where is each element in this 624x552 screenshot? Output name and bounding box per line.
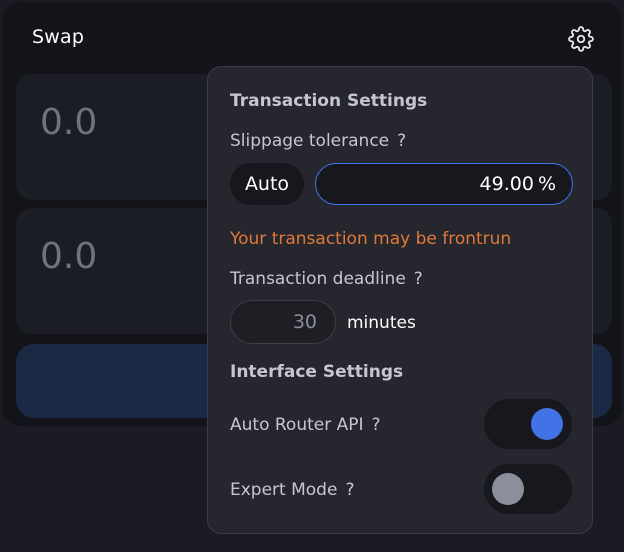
expert-mode-help-icon[interactable]: ?: [345, 480, 354, 500]
transaction-settings-heading: Transaction Settings: [230, 91, 428, 111]
swap-title: Swap: [32, 26, 85, 48]
deadline-label: Transaction deadline?: [230, 269, 423, 289]
auto-router-help-icon[interactable]: ?: [372, 415, 381, 435]
percent-sign: %: [537, 173, 556, 195]
slippage-auto-button[interactable]: Auto: [230, 163, 304, 205]
auto-router-toggle-knob: [531, 408, 563, 440]
auto-router-toggle[interactable]: [484, 399, 572, 449]
frontrun-warning: Your transaction may be frontrun: [230, 229, 512, 249]
slippage-label: Slippage tolerance?: [230, 131, 406, 151]
expert-mode-toggle-knob: [492, 473, 524, 505]
deadline-input[interactable]: 30: [230, 300, 336, 344]
gear-icon[interactable]: [568, 26, 594, 52]
slippage-help-icon[interactable]: ?: [397, 131, 406, 151]
slippage-input[interactable]: 49.00%: [315, 163, 573, 205]
slippage-label-text: Slippage tolerance: [230, 131, 390, 151]
settings-panel: Transaction Settings Slippage tolerance?…: [207, 66, 593, 534]
auto-router-label-text: Auto Router API: [230, 415, 364, 435]
output-amount[interactable]: 0.0: [40, 236, 97, 277]
interface-settings-heading: Interface Settings: [230, 362, 404, 382]
deadline-help-icon[interactable]: ?: [414, 269, 423, 289]
expert-mode-toggle[interactable]: [484, 464, 572, 514]
deadline-label-text: Transaction deadline: [230, 269, 406, 289]
input-amount[interactable]: 0.0: [40, 102, 97, 143]
expert-mode-label: Expert Mode?: [230, 480, 354, 500]
expert-mode-label-text: Expert Mode: [230, 480, 338, 500]
deadline-unit: minutes: [347, 313, 416, 333]
auto-router-label: Auto Router API?: [230, 415, 381, 435]
slippage-value: 49.00: [479, 173, 534, 195]
